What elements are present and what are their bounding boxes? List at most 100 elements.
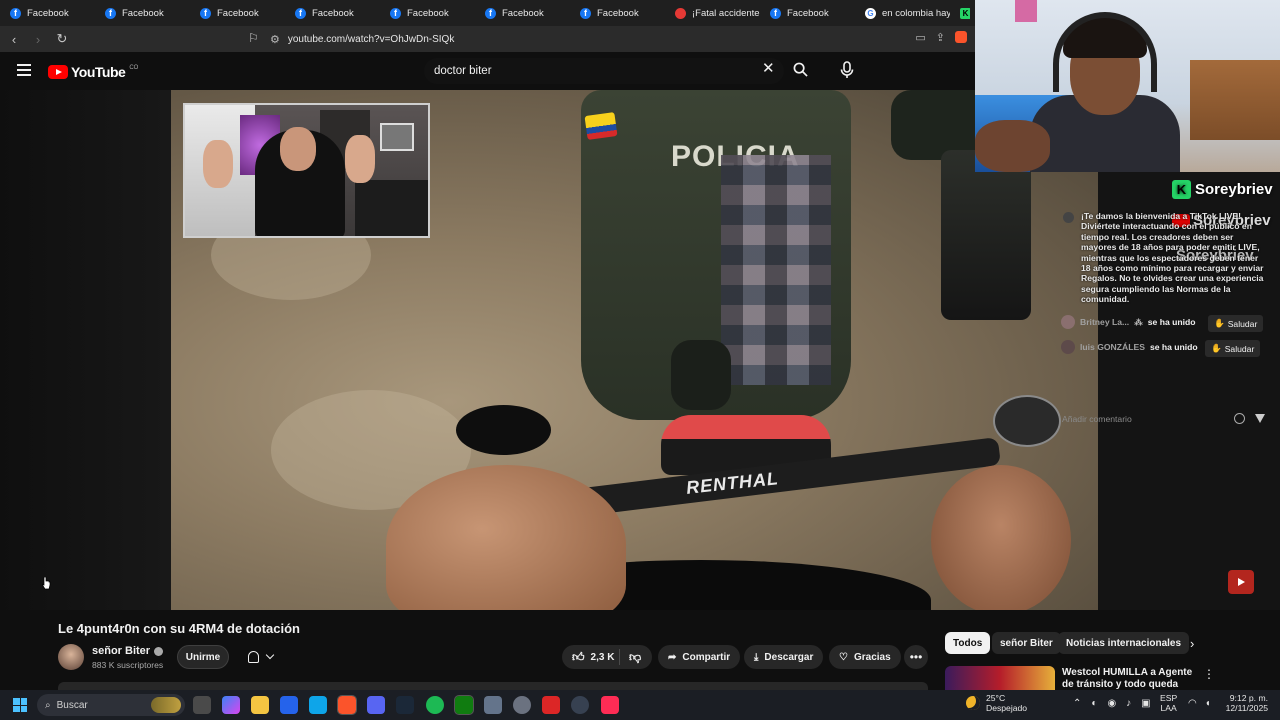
browser-tab[interactable]: Gen colombia hay	[855, 2, 950, 24]
tab-title: ¡Fatal accidente!	[692, 7, 760, 19]
site-info-icon[interactable]: ⚙	[270, 33, 280, 46]
dislike-button[interactable]: 👎︎	[620, 650, 641, 665]
youtube-logo[interactable]: YouTube CO	[48, 64, 138, 80]
chat-event: luis GONZÁLES se ha unido	[1061, 340, 1198, 354]
subscribe-watermark-icon[interactable]	[1228, 570, 1254, 594]
browser-tab[interactable]: f Facebook	[285, 2, 380, 24]
outlook-icon[interactable]	[309, 696, 327, 714]
channel-avatar[interactable]	[58, 644, 84, 670]
windows-start-icon[interactable]	[13, 698, 27, 712]
reload-icon[interactable]: ↻	[52, 31, 72, 47]
colombia-flag-patch	[584, 112, 618, 140]
officer-glove	[671, 340, 731, 410]
thanks-button[interactable]: ♡ Gracias	[829, 645, 901, 669]
copilot-icon[interactable]	[222, 696, 240, 714]
shield-icon[interactable]: ▣	[1141, 698, 1150, 709]
search-input[interactable]: doctor biter	[424, 58, 784, 84]
chat-action: se ha unido	[1149, 342, 1198, 352]
url-field[interactable]: ⚙ youtube.com/watch?v=OhJwDn-SIQk	[270, 29, 890, 49]
chevron-up-icon[interactable]: ⌃	[1073, 698, 1081, 709]
tab-title: Facebook	[27, 7, 69, 19]
youtube-wordmark: YouTube	[71, 64, 126, 80]
chip-all[interactable]: Todos	[945, 632, 991, 654]
quick-settings[interactable]: ◠ ◖	[1188, 698, 1211, 709]
chevron-right-icon[interactable]: ›	[1190, 636, 1194, 651]
channel-name-row[interactable]: señor Biter	[92, 645, 164, 657]
like-dislike-group: 👍︎ 2,3 K 👎︎	[562, 645, 652, 669]
cast-icon[interactable]: ▭	[915, 31, 925, 44]
tiktok-icon[interactable]	[601, 696, 619, 714]
country-code: CO	[129, 65, 139, 71]
spotify-icon[interactable]	[426, 696, 444, 714]
tab-title: Facebook	[407, 7, 449, 19]
brave-browser-icon[interactable]	[337, 695, 357, 715]
emoji-icon[interactable]	[1234, 413, 1245, 424]
presenter-face	[280, 127, 316, 171]
join-button[interactable]: Unirme	[177, 645, 229, 669]
file-explorer-icon[interactable]	[251, 696, 269, 714]
clear-search-icon[interactable]: ✕	[762, 61, 775, 76]
youtube-header: YouTube CO doctor biter ✕	[0, 52, 975, 90]
language-indicator[interactable]: ESP LAA	[1160, 693, 1177, 713]
calculator-icon[interactable]	[484, 696, 502, 714]
picture-frame	[380, 123, 414, 151]
browser-tab[interactable]: f Facebook	[380, 2, 475, 24]
browser-tab[interactable]: f Facebook	[190, 2, 285, 24]
greet-button[interactable]: ✋ Saludar	[1205, 340, 1261, 357]
facebook-icon: f	[295, 7, 306, 19]
store-icon[interactable]	[280, 696, 298, 714]
facebook-icon: f	[10, 7, 21, 19]
chip-channel[interactable]: señor Biter	[992, 632, 1061, 654]
like-button[interactable]: 👍︎ 2,3 K	[562, 649, 620, 665]
browser-tab-strip: f Facebook f Facebook f Facebook f Facebook …	[0, 0, 975, 26]
brave-shields-icon[interactable]	[955, 31, 967, 43]
app-tray-icon[interactable]: ◉	[1107, 698, 1116, 709]
clock[interactable]: 9:12 p. m. 12/11/2025	[1224, 693, 1268, 713]
greet-button[interactable]: ✋ Saludar	[1208, 315, 1264, 332]
microphone-icon[interactable]	[839, 61, 855, 79]
comment-input[interactable]: Añadir comentario	[1057, 408, 1249, 430]
description-box[interactable]	[58, 682, 928, 690]
tab-title: Facebook	[122, 7, 164, 19]
share-icon[interactable]: ⇪	[936, 31, 945, 44]
steam-icon[interactable]	[396, 696, 414, 714]
greet-label: Saludar	[1224, 343, 1255, 354]
send-icon[interactable]	[1255, 414, 1265, 423]
game-launcher-icon[interactable]	[542, 696, 560, 714]
microphone-icon[interactable]: ♪	[1126, 698, 1131, 709]
taskbar-search[interactable]: ⌕ Buscar	[37, 694, 185, 716]
obs-icon[interactable]	[571, 696, 589, 714]
browser-tab[interactable]: K	[950, 2, 970, 24]
xbox-icon[interactable]	[454, 695, 474, 715]
recommendation-thumbnail[interactable]	[945, 666, 1055, 690]
more-actions-button[interactable]: •••	[904, 645, 928, 669]
browser-tab[interactable]: ¡Fatal accidente!	[665, 2, 760, 24]
kebab-menu-icon[interactable]: ⋮	[1203, 667, 1215, 681]
browser-tab[interactable]: f Facebook	[95, 2, 190, 24]
bookmark-icon[interactable]: ⚐	[248, 31, 259, 45]
settings-icon[interactable]	[513, 696, 531, 714]
search-query: doctor biter	[434, 65, 492, 77]
recommendation-title[interactable]: Westcol HUMILLA a Agente de tránsito y t…	[1062, 667, 1197, 690]
browser-tab[interactable]: f Facebook	[760, 2, 855, 24]
weather-widget[interactable]: 25°C Despejado	[966, 693, 1027, 713]
browser-tab[interactable]: f Facebook	[570, 2, 665, 24]
menu-icon[interactable]	[17, 64, 31, 76]
chat-username: Britney La...	[1080, 317, 1130, 327]
download-button[interactable]: ⤓ Descargar	[744, 645, 824, 669]
wave-icon: ✋	[1211, 343, 1222, 353]
back-icon[interactable]: ‹	[4, 32, 24, 47]
browser-tab[interactable]: f Facebook	[475, 2, 570, 24]
network-status-icon[interactable]: ◐	[1091, 698, 1097, 709]
subscriber-count: 883 K suscriptores	[92, 660, 164, 670]
tiktok-icon	[1063, 212, 1074, 223]
task-view-icon[interactable]	[193, 696, 211, 714]
discord-icon[interactable]	[367, 696, 385, 714]
chip-international-news[interactable]: Noticias internacionales	[1058, 632, 1190, 654]
browser-tab[interactable]: f Facebook	[0, 2, 95, 24]
share-button[interactable]: ➦ Compartir	[658, 645, 741, 669]
notifications-button[interactable]	[237, 645, 283, 669]
forward-icon[interactable]: ›	[28, 32, 48, 47]
search-icon[interactable]	[793, 62, 808, 77]
keyboard-layout: LAA	[1160, 703, 1177, 713]
